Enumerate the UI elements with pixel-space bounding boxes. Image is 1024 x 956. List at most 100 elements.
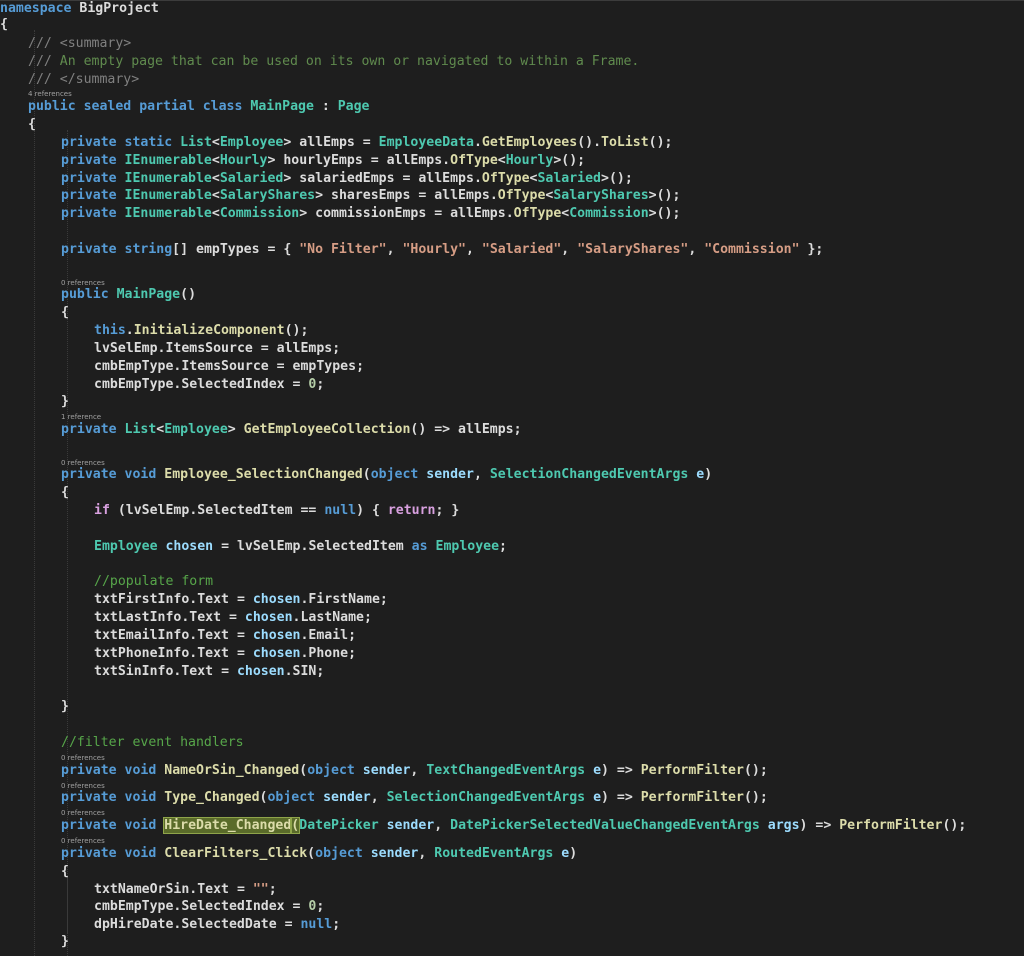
code-token-punc — [117, 153, 125, 168]
code-token-method: PerformFilter — [839, 818, 943, 833]
code-token-punc: (); — [648, 135, 673, 150]
indent-guide — [67, 318, 68, 394]
code-token-kw: sealed — [83, 99, 132, 114]
code-token-punc — [117, 171, 125, 186]
code-line[interactable]: txtFirstInfo.Text = chosen.FirstName; — [94, 591, 388, 609]
code-line[interactable]: } — [61, 393, 69, 411]
code-line[interactable]: /// An empty page that can be used on it… — [28, 53, 639, 71]
code-token-punc: = — [394, 171, 419, 186]
code-token-prop: Phone — [308, 646, 349, 661]
code-token-punc: . — [284, 664, 293, 679]
code-line[interactable]: txtSinInfo.Text = chosen.SIN; — [94, 663, 324, 681]
code-token-prop: Text — [197, 882, 229, 897]
code-line[interactable]: //populate form — [94, 573, 213, 591]
code-token-punc — [76, 99, 84, 114]
code-line[interactable]: { — [61, 863, 69, 881]
code-token-kw: private — [61, 135, 117, 150]
code-token-ident: dpHireDate — [94, 917, 174, 932]
code-token-punc: = — [221, 610, 245, 625]
code-token-ident: txtPhoneInfo — [94, 646, 190, 661]
code-line[interactable]: dpHireDate.SelectedDate = null; — [94, 916, 340, 934]
code-line[interactable]: txtPhoneInfo.Text = chosen.Phone; — [94, 645, 356, 663]
code-line[interactable]: Employee chosen = lvSelEmp.SelectedItem … — [94, 538, 507, 556]
code-token-method: GetEmployeeCollection — [243, 422, 411, 437]
code-line[interactable]: private List<Employee> GetEmployeeCollec… — [61, 421, 522, 439]
code-line[interactable]: private IEnumerable<Salaried> salariedEm… — [61, 170, 633, 188]
code-line[interactable]: } — [61, 933, 69, 951]
code-token-punc: = — [252, 341, 277, 356]
code-line[interactable]: /// </summary> — [28, 71, 139, 89]
code-token-ident: allEmps — [299, 135, 355, 150]
code-line[interactable]: private void Employee_SelectionChanged(o… — [61, 466, 712, 484]
code-token-kw: object — [267, 790, 316, 805]
code-token-punc: , — [410, 763, 427, 778]
code-token-punc: ; — [356, 359, 365, 374]
code-line[interactable]: lvSelEmp.ItemsSource = allEmps; — [94, 340, 340, 358]
code-line[interactable]: private IEnumerable<SalaryShares> shares… — [61, 187, 680, 205]
code-token-prop: ItemsSource — [165, 341, 253, 356]
code-line[interactable]: public sealed partial class MainPage : P… — [28, 98, 370, 116]
code-token-punc: . — [125, 323, 134, 338]
code-token-punc: ; — [499, 539, 507, 554]
code-token-punc: ; — [348, 628, 357, 643]
code-line[interactable]: /// <summary> — [28, 35, 131, 53]
code-token-punc: ) — [569, 846, 578, 861]
code-token-punc — [117, 242, 125, 257]
code-token-punc: = — [426, 206, 451, 221]
code-token-doctag: /// — [28, 72, 60, 87]
code-token-kw: static — [124, 135, 173, 150]
code-line[interactable]: { — [0, 16, 8, 34]
code-line[interactable]: public MainPage() — [61, 286, 196, 304]
code-line[interactable]: private void NameOrSin_Changed(object se… — [61, 762, 768, 780]
code-token-punc: { — [61, 305, 69, 320]
code-line[interactable]: private void Type_Changed(object sender,… — [61, 789, 768, 807]
code-token-punc — [363, 846, 371, 861]
code-line[interactable]: cmbEmpType.ItemsSource = empTypes; — [94, 358, 364, 376]
code-token-punc: } — [61, 394, 69, 409]
code-line[interactable]: //filter event handlers — [61, 734, 244, 752]
code-line[interactable]: txtLastInfo.Text = chosen.LastName; — [94, 609, 372, 627]
code-line[interactable]: txtEmailInfo.Text = chosen.Email; — [94, 627, 356, 645]
code-token-punc — [585, 790, 593, 805]
code-token-ident: cmbEmpType — [94, 377, 174, 392]
code-token-punc: ; — [316, 899, 325, 914]
code-token-kw: private — [61, 206, 117, 221]
code-line[interactable]: private IEnumerable<Hourly> hourlyEmps =… — [61, 152, 585, 170]
indent-guide — [67, 877, 68, 933]
code-line[interactable]: if (lvSelEmp.SelectedItem == null) { ret… — [94, 502, 459, 520]
code-line[interactable]: private static List<Employee> allEmps = … — [61, 134, 672, 152]
code-token-punc: { — [28, 117, 36, 132]
code-line[interactable]: namespace BigProject — [0, 0, 159, 18]
code-line[interactable]: } — [61, 698, 69, 716]
code-token-punc: , — [466, 242, 482, 257]
code-token-type: SalaryShares — [219, 188, 316, 203]
code-token-str: "Commission" — [704, 242, 800, 257]
code-token-punc: > — [227, 422, 244, 437]
code-token-ctl: if — [94, 503, 110, 518]
code-token-punc: ; } — [435, 503, 460, 518]
code-token-prop: SelectedIndex — [181, 899, 285, 914]
code-line[interactable]: { — [28, 116, 36, 134]
code-line[interactable]: private void ClearFilters_Click(object s… — [61, 845, 577, 863]
code-token-ident: lvSelEmp — [94, 341, 158, 356]
code-line[interactable]: cmbEmpType.SelectedIndex = 0; — [94, 898, 324, 916]
code-token-type: RoutedEventArgs — [434, 846, 554, 861]
code-line[interactable]: private IEnumerable<Commission> commissi… — [61, 205, 680, 223]
code-token-type: TextChangedEventArgs — [426, 763, 586, 778]
code-line[interactable]: { — [61, 484, 69, 502]
code-line[interactable]: cmbEmpType.SelectedIndex = 0; — [94, 376, 324, 394]
code-token-prop: ItemsSource — [181, 359, 269, 374]
code-line[interactable]: private void HireDate_Changed(DatePicker… — [61, 817, 966, 835]
code-token-punc: ) => — [799, 818, 840, 833]
code-token-doc: An empty page that can be used on its ow… — [59, 54, 640, 69]
code-token-punc: < — [211, 135, 220, 150]
code-editor[interactable]: namespace BigProject{/// <summary>/// An… — [0, 0, 1024, 956]
code-token-kw: private — [61, 763, 117, 778]
code-line[interactable]: private string[] empTypes = { "No Filter… — [61, 241, 823, 259]
code-line[interactable]: this.InitializeComponent(); — [94, 322, 308, 340]
code-token-type: DatePicker — [299, 818, 379, 833]
code-token-punc: > — [315, 188, 331, 203]
code-token-ident: empTypes — [292, 359, 357, 374]
code-line[interactable]: txtNameOrSin.Text = ""; — [94, 881, 277, 899]
code-line[interactable]: { — [61, 304, 69, 322]
